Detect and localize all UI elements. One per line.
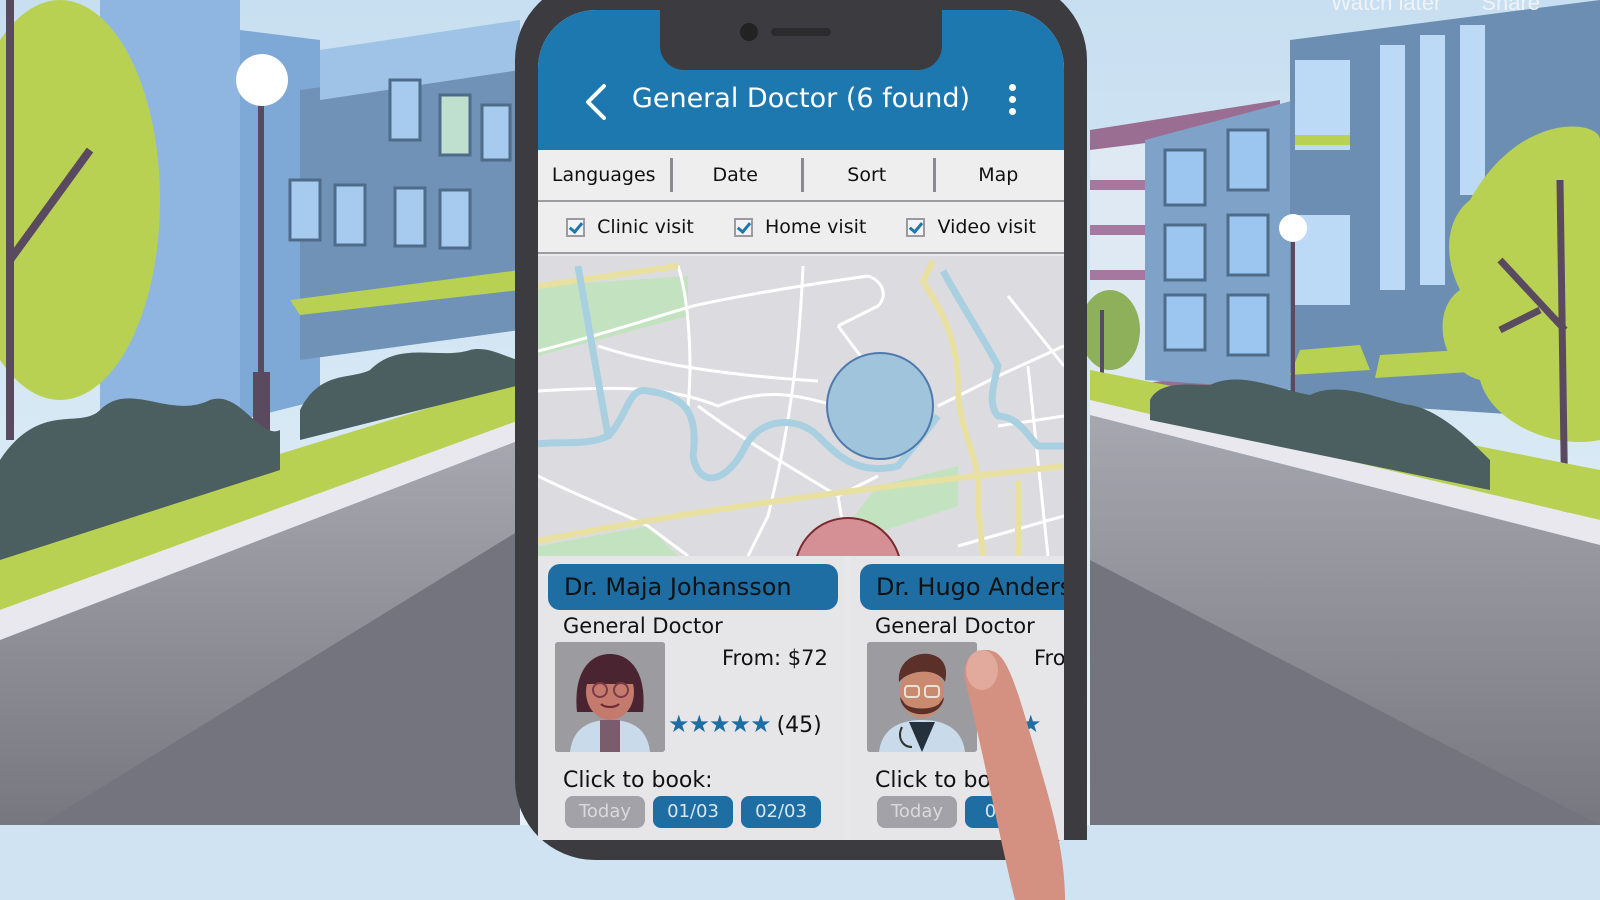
home-visit-label: Home visit [765, 216, 867, 238]
star-icon: ★★★★★ [668, 710, 772, 738]
pointing-finger-illustration [964, 649, 1065, 900]
map-illustration [538, 259, 1064, 556]
doctor-card[interactable]: Dr. Maja Johansson General Doctor From: … [538, 556, 844, 840]
filter-tabs: Languages Date Sort Map [538, 150, 1064, 202]
video-visit-option[interactable]: Video visit [906, 216, 1036, 238]
share-button[interactable]: Share [1481, 0, 1540, 16]
page-title: General Doctor (6 found) [631, 83, 971, 114]
doctor-specialty: General Doctor [875, 614, 1035, 638]
video-visit-checkbox[interactable] [906, 217, 926, 237]
more-options-button[interactable] [1006, 84, 1018, 120]
doctor-avatar [555, 642, 665, 752]
slot-today-button[interactable]: Today [565, 796, 645, 828]
speaker-icon [771, 28, 831, 36]
doctor-specialty: General Doctor [563, 614, 723, 638]
clinic-visit-option[interactable]: Clinic visit [566, 216, 694, 238]
search-radius-marker[interactable] [826, 352, 934, 460]
rating-stars: ★★★★★ (45) [668, 710, 822, 738]
slot-0103-button[interactable]: 01/03 [653, 796, 733, 828]
video-overlay-actions: Watch later Share [1331, 0, 1540, 16]
tab-sort[interactable]: Sort [801, 158, 933, 192]
booking-slots: Today 01/03 02/03 [565, 796, 821, 828]
slot-today-button[interactable]: Today [877, 796, 957, 828]
rating-count: (45) [776, 713, 822, 738]
doctor-name[interactable]: Dr. Hugo Anderss [860, 564, 1064, 610]
camera-icon [740, 23, 758, 41]
visit-type-filters: Clinic visit Home visit Video visit [538, 202, 1064, 254]
female-doctor-avatar-icon [555, 642, 665, 752]
book-label: Click to book: [563, 768, 713, 793]
home-visit-checkbox[interactable] [734, 217, 754, 237]
video-visit-label: Video visit [937, 216, 1036, 238]
tab-date[interactable]: Date [669, 158, 802, 192]
clinic-visit-checkbox[interactable] [566, 217, 586, 237]
watch-later-button[interactable]: Watch later [1331, 0, 1441, 16]
slot-0203-button[interactable]: 02/03 [741, 796, 821, 828]
phone-bezel-right [1064, 140, 1087, 840]
tab-languages[interactable]: Languages [538, 164, 670, 186]
price-label: From: $72 [722, 646, 828, 670]
doctor-name[interactable]: Dr. Maja Johansson [548, 564, 838, 610]
tab-map[interactable]: Map [932, 158, 1065, 192]
map-view[interactable] [538, 256, 1064, 556]
home-visit-option[interactable]: Home visit [734, 216, 866, 238]
more-vertical-icon [1006, 84, 1018, 115]
clinic-visit-label: Clinic visit [597, 216, 694, 238]
